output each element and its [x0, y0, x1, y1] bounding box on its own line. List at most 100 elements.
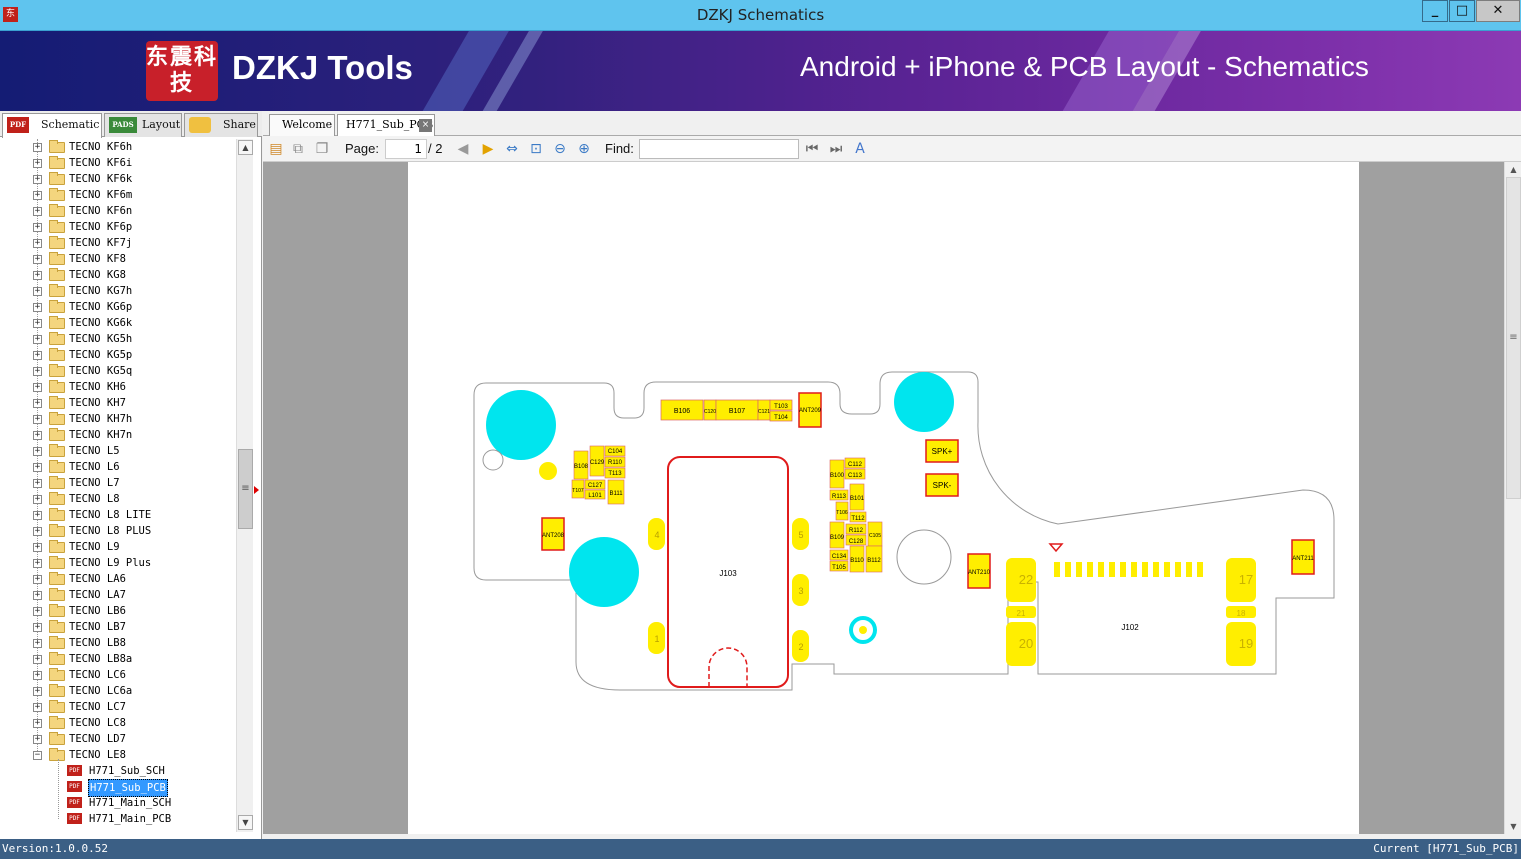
expand-icon[interactable]: + [33, 607, 42, 616]
scroll-up-arrow[interactable]: ▲ [238, 140, 253, 155]
expand-icon[interactable]: + [33, 479, 42, 488]
expand-icon[interactable]: + [33, 575, 42, 584]
tree-folder-item[interactable]: + TECNO LC7 [0, 699, 236, 715]
expand-icon[interactable]: + [33, 687, 42, 696]
expand-icon[interactable]: + [33, 639, 42, 648]
expand-icon[interactable]: + [33, 463, 42, 472]
expand-icon[interactable]: + [33, 591, 42, 600]
tree-folder-item[interactable]: + TECNO L8 [0, 491, 236, 507]
next-page-icon[interactable]: ▶ [479, 140, 497, 158]
expand-icon[interactable]: + [33, 703, 42, 712]
fit-width-icon[interactable]: ⇔ [503, 140, 521, 158]
tab-layout[interactable]: PADS Layout [104, 113, 182, 137]
expand-icon[interactable]: + [33, 495, 42, 504]
tree-file-item[interactable]: PDF H771_Main_PCB [0, 811, 236, 827]
tree-scrollbar[interactable]: ▲ ≡ ▼ [236, 139, 253, 832]
viewer-scrollbar[interactable]: ▲ ≡ ▼ [1504, 162, 1521, 834]
minimize-button[interactable]: _ [1422, 0, 1448, 22]
close-tab-icon[interactable]: × [419, 119, 432, 132]
expand-icon[interactable]: + [33, 351, 42, 360]
tree-folder-item[interactable]: + TECNO LA7 [0, 587, 236, 603]
tree-file-item[interactable]: PDF H771_Sub_SCH [0, 763, 236, 779]
collapse-icon[interactable]: − [33, 751, 42, 760]
tree-folder-item[interactable]: + TECNO KG8 [0, 267, 236, 283]
tree-folder-item[interactable]: + TECNO KF6k [0, 171, 236, 187]
find-next-icon[interactable]: ⏭ [827, 140, 845, 158]
splitter-arrow-icon[interactable] [254, 486, 259, 494]
doc-tab-welcome[interactable]: Welcome [269, 114, 335, 136]
expand-icon[interactable]: + [33, 175, 42, 184]
expand-icon[interactable]: + [33, 383, 42, 392]
tree-folder-item[interactable]: + TECNO KF6n [0, 203, 236, 219]
tree-folder-item[interactable]: + TECNO KH7 [0, 395, 236, 411]
expand-icon[interactable]: + [33, 223, 42, 232]
fit-page-icon[interactable]: ⊡ [527, 140, 545, 158]
expand-icon[interactable]: + [33, 239, 42, 248]
expand-icon[interactable]: + [33, 367, 42, 376]
tree-folder-item[interactable]: + TECNO LB7 [0, 619, 236, 635]
find-input[interactable] [639, 139, 799, 159]
expand-icon[interactable]: + [33, 623, 42, 632]
tab-share[interactable]: Share [184, 113, 258, 137]
tree-folder-item[interactable]: + TECNO KG5h [0, 331, 236, 347]
tree-folder-item[interactable]: − TECNO LE8 [0, 747, 236, 763]
close-button[interactable]: ✕ [1476, 0, 1520, 22]
maximize-button[interactable]: □ [1449, 0, 1475, 22]
tree-folder-item[interactable]: + TECNO KH6 [0, 379, 236, 395]
tree-folder-item[interactable]: + TECNO KF8 [0, 251, 236, 267]
expand-icon[interactable]: + [33, 447, 42, 456]
find-prev-icon[interactable]: ⏮ [803, 140, 821, 158]
tree-folder-item[interactable]: + TECNO LB8a [0, 651, 236, 667]
expand-icon[interactable]: + [33, 191, 42, 200]
expand-icon[interactable]: + [33, 543, 42, 552]
expand-icon[interactable]: + [33, 271, 42, 280]
expand-icon[interactable]: + [33, 207, 42, 216]
scroll-thumb[interactable]: ≡ [1506, 177, 1521, 499]
tab-schematic[interactable]: PDF Schematic [2, 113, 102, 138]
tree-folder-item[interactable]: + TECNO KG6k [0, 315, 236, 331]
expand-icon[interactable]: + [33, 735, 42, 744]
zoom-in-icon[interactable]: ⊕ [575, 140, 593, 158]
expand-icon[interactable]: + [33, 415, 42, 424]
document-viewer[interactable]: J103 1 2 3 4 5 B106 C120 B107 C121 T103 … [263, 162, 1504, 834]
tree-folder-item[interactable]: + TECNO LC6 [0, 667, 236, 683]
tree-file-item[interactable]: PDF H771_Sub_PCB [0, 779, 236, 797]
open-doc-icon[interactable]: ▤ [267, 140, 285, 158]
expand-icon[interactable]: + [33, 655, 42, 664]
tree-folder-item[interactable]: + TECNO KH7n [0, 427, 236, 443]
tree-folder-item[interactable]: + TECNO KG5q [0, 363, 236, 379]
tree-folder-item[interactable]: + TECNO KF6p [0, 219, 236, 235]
model-tree[interactable]: + TECNO KF6h + TECNO KF6i + TECNO KF6k + TECNO … [0, 139, 236, 832]
expand-icon[interactable]: + [33, 159, 42, 168]
expand-icon[interactable]: + [33, 287, 42, 296]
doc-tab-h771-sub-pcb[interactable]: H771_Sub_PCB × [337, 114, 435, 136]
tree-folder-item[interactable]: + TECNO KF7j [0, 235, 236, 251]
expand-icon[interactable]: + [33, 303, 42, 312]
tree-folder-item[interactable]: + TECNO KF6i [0, 155, 236, 171]
expand-icon[interactable]: + [33, 255, 42, 264]
tree-folder-item[interactable]: + TECNO LB8 [0, 635, 236, 651]
expand-icon[interactable]: + [33, 143, 42, 152]
zoom-out-icon[interactable]: ⊖ [551, 140, 569, 158]
page-number-input[interactable]: 1 [385, 139, 427, 159]
expand-icon[interactable]: + [33, 399, 42, 408]
tree-folder-item[interactable]: + TECNO L9 [0, 539, 236, 555]
tree-folder-item[interactable]: + TECNO KG6p [0, 299, 236, 315]
tree-folder-item[interactable]: + TECNO KH7h [0, 411, 236, 427]
scroll-down-arrow[interactable]: ▼ [1506, 819, 1521, 834]
tree-folder-item[interactable]: + TECNO LB6 [0, 603, 236, 619]
prev-page-icon[interactable]: ◀ [454, 140, 472, 158]
expand-icon[interactable]: + [33, 527, 42, 536]
tree-folder-item[interactable]: + TECNO L6 [0, 459, 236, 475]
tree-folder-item[interactable]: + TECNO KG7h [0, 283, 236, 299]
tree-folder-item[interactable]: + TECNO L8 LITE [0, 507, 236, 523]
tree-folder-item[interactable]: + TECNO L8 PLUS [0, 523, 236, 539]
tree-folder-item[interactable]: + TECNO L5 [0, 443, 236, 459]
copy-icon[interactable]: ⧉ [289, 140, 307, 158]
tree-folder-item[interactable]: + TECNO KF6h [0, 139, 236, 155]
expand-icon[interactable]: + [33, 671, 42, 680]
tree-folder-item[interactable]: + TECNO KG5p [0, 347, 236, 363]
paste-icon[interactable]: ❐ [313, 140, 331, 158]
expand-icon[interactable]: + [33, 719, 42, 728]
scroll-thumb[interactable]: ≡ [238, 449, 253, 529]
